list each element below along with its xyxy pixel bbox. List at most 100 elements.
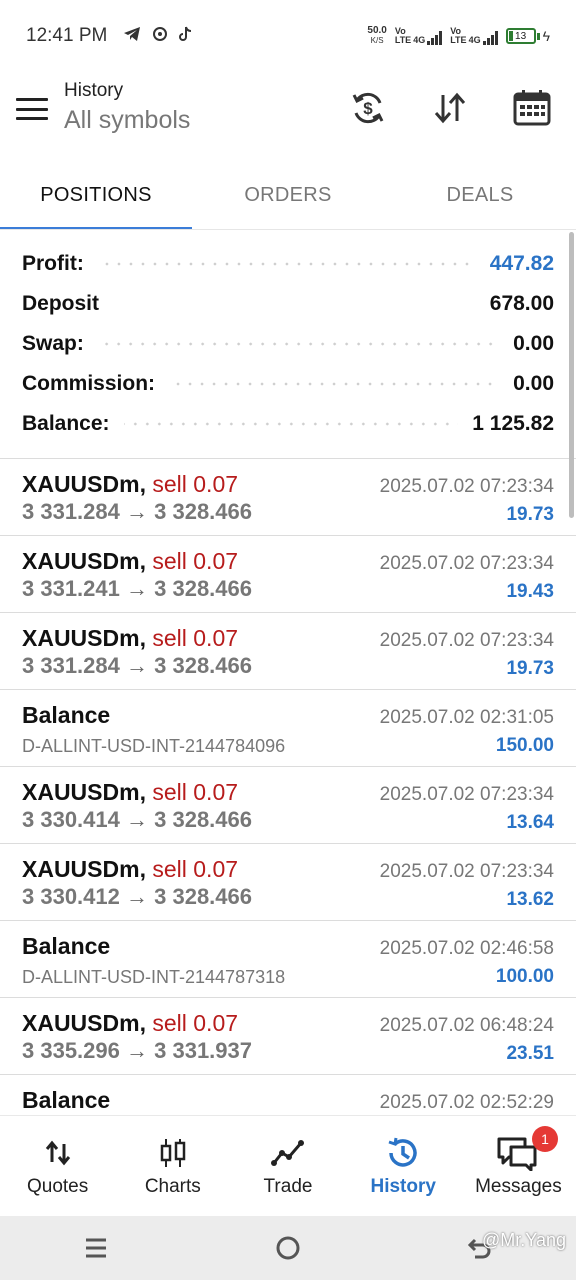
nav-label: Messages xyxy=(475,1176,562,1197)
scrollbar[interactable] xyxy=(569,232,574,518)
list-item[interactable]: Balance D-ALLINT-USD-INT-2144784096 2025… xyxy=(0,690,576,767)
nav-quotes[interactable]: Quotes xyxy=(0,1116,115,1216)
symbol: XAUUSDm, sell 0.07 xyxy=(22,779,238,806)
summary-value: 0.00 xyxy=(513,372,554,395)
nav-history[interactable]: History xyxy=(346,1116,461,1216)
price-range: 3 330.412 → 3 328.466 xyxy=(22,884,252,910)
price-range: 3 330.414 → 3 328.466 xyxy=(22,807,252,833)
close-price: 3 328.466 xyxy=(154,653,252,678)
timestamp: 2025.07.02 07:23:34 xyxy=(379,630,554,651)
profit: 19.73 xyxy=(506,658,554,679)
nav-label: Charts xyxy=(144,1176,201,1197)
quotes-icon xyxy=(43,1134,73,1172)
list-item[interactable]: XAUUSDm, sell 0.07 3 331.284 → 3 328.466… xyxy=(0,459,576,536)
summary-label: Deposit xyxy=(22,292,100,315)
balance-title: Balance xyxy=(22,933,111,959)
home-icon[interactable] xyxy=(258,1228,318,1268)
price-range: 3 331.284 → 3 328.466 xyxy=(22,499,252,525)
open-price: 3 330.412 xyxy=(22,884,120,909)
list-item[interactable]: XAUUSDm, sell 0.07 3 331.241 → 3 328.466… xyxy=(0,536,576,613)
arrow-right-icon: → xyxy=(126,807,148,832)
battery-level: 13 xyxy=(515,30,527,42)
summary-label: Commission: xyxy=(22,372,156,395)
summary-value: 1 125.82 xyxy=(472,412,554,435)
tab-deals[interactable]: DEALS xyxy=(384,160,576,230)
symbol: XAUUSDm, sell 0.07 xyxy=(22,548,238,575)
trade-side: sell 0.07 xyxy=(152,548,239,574)
summary-panel: Profit: 447.82 Deposit 678.00 Swap: 0.00… xyxy=(0,244,576,444)
summary-label: Balance: xyxy=(22,412,110,435)
battery-icon: 13 ϟ xyxy=(505,28,550,44)
profit: 150.00 xyxy=(495,735,554,756)
nav-label: Quotes xyxy=(26,1176,89,1197)
list-item[interactable]: Balance 2025.07.02 02:52:29 xyxy=(0,1075,576,1115)
price-range: 3 331.284 → 3 328.466 xyxy=(22,653,252,679)
symbol-name: XAUUSDm, xyxy=(22,1010,146,1036)
profit: 23.51 xyxy=(506,1043,554,1064)
close-price: 3 331.937 xyxy=(154,1038,252,1063)
nav-label: Trade xyxy=(263,1176,313,1197)
timestamp: 2025.07.02 07:23:34 xyxy=(379,476,554,497)
balance-description: D-ALLINT-USD-INT-2144784096 xyxy=(22,736,286,756)
arrow-right-icon: → xyxy=(126,576,148,601)
signal-bars-icon xyxy=(427,31,443,45)
tabs-divider xyxy=(0,229,576,230)
close-price: 3 328.466 xyxy=(154,576,252,601)
list-item[interactable]: XAUUSDm, sell 0.07 3 330.414 → 3 328.466… xyxy=(0,767,576,844)
trade-side: sell 0.07 xyxy=(152,856,239,882)
history-tabs: POSITIONS ORDERS DEALS xyxy=(0,160,576,230)
tab-orders[interactable]: ORDERS xyxy=(192,160,384,230)
open-price: 3 331.284 xyxy=(22,653,120,678)
list-item[interactable]: Balance D-ALLINT-USD-INT-2144787318 2025… xyxy=(0,921,576,998)
signal-bars-icon xyxy=(482,31,498,45)
calendar-icon[interactable] xyxy=(512,88,552,128)
app-icon xyxy=(151,25,169,48)
trade-side: sell 0.07 xyxy=(152,779,239,805)
tab-positions[interactable]: POSITIONS xyxy=(0,160,192,230)
summary-value: 447.82 xyxy=(489,252,554,275)
header-titles[interactable]: History All symbols xyxy=(64,80,190,135)
nav-trade[interactable]: Trade xyxy=(230,1116,345,1216)
watermark: @Mr.Yang xyxy=(482,1230,566,1250)
timestamp: 2025.07.02 02:31:05 xyxy=(379,707,554,728)
timestamp: 2025.07.02 07:23:34 xyxy=(379,553,554,574)
currency-sync-icon[interactable]: $ xyxy=(348,88,388,128)
close-price: 3 328.466 xyxy=(154,499,252,524)
sort-icon[interactable] xyxy=(430,88,470,128)
history-icon xyxy=(385,1134,421,1172)
close-price: 3 328.466 xyxy=(154,807,252,832)
recent-apps-icon[interactable] xyxy=(66,1228,126,1268)
symbol: XAUUSDm, sell 0.07 xyxy=(22,1010,238,1037)
price-range: 3 331.241 → 3 328.466 xyxy=(22,576,252,602)
symbol: XAUUSDm, sell 0.07 xyxy=(22,471,238,498)
timestamp: 2025.07.02 07:23:34 xyxy=(379,784,554,805)
sim1-volte-label: Vo LTE xyxy=(395,27,411,45)
open-price: 3 331.284 xyxy=(22,499,120,524)
balance-title: Balance xyxy=(22,1087,111,1113)
profit: 19.73 xyxy=(506,504,554,525)
sim2-volte-label: Vo LTE xyxy=(450,27,466,45)
open-price: 3 331.241 xyxy=(22,576,120,601)
list-item[interactable]: XAUUSDm, sell 0.07 3 335.296 → 3 331.937… xyxy=(0,998,576,1075)
arrow-right-icon: → xyxy=(126,884,148,909)
close-price: 3 328.466 xyxy=(154,884,252,909)
dot-leader xyxy=(169,382,500,386)
list-item[interactable]: XAUUSDm, sell 0.07 3 331.284 → 3 328.466… xyxy=(0,613,576,690)
status-left: 12:41 PM xyxy=(26,25,193,48)
timestamp: 2025.07.02 02:52:29 xyxy=(379,1092,554,1113)
sim2-signal: Vo LTE 4G xyxy=(450,27,498,45)
menu-icon[interactable] xyxy=(16,98,48,120)
sim1-signal: Vo LTE 4G xyxy=(395,27,443,45)
list-item[interactable]: XAUUSDm, sell 0.07 3 330.412 → 3 328.466… xyxy=(0,844,576,921)
summary-row-balance: Balance: 1 125.82 xyxy=(0,404,576,444)
network-speed-unit: K/S xyxy=(370,36,384,45)
dot-leader xyxy=(97,262,476,266)
symbol-filter: All symbols xyxy=(64,106,191,134)
app-header: History All symbols $ xyxy=(0,72,576,160)
symbol: XAUUSDm, sell 0.07 xyxy=(22,625,238,652)
nav-messages[interactable]: Messages 1 xyxy=(461,1116,576,1216)
nav-charts[interactable]: Charts xyxy=(115,1116,230,1216)
sim2-tech: 4G xyxy=(468,35,481,45)
history-list[interactable]: XAUUSDm, sell 0.07 3 331.284 → 3 328.466… xyxy=(0,459,576,1115)
symbol-name: XAUUSDm, xyxy=(22,779,146,805)
